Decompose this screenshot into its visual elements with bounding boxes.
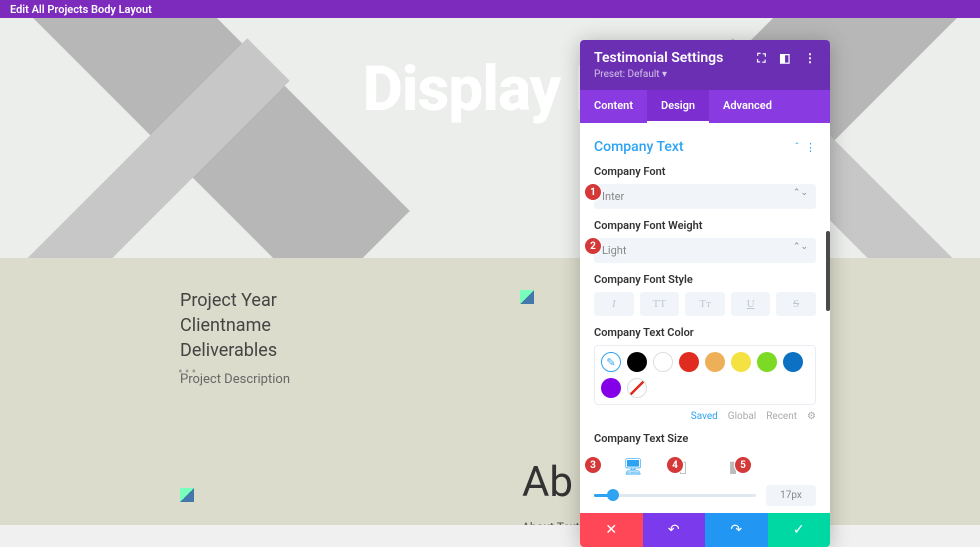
color-swatch[interactable]	[679, 352, 699, 372]
panel-header: Testimonial Settings ⛶ ◧ ⋮ Preset: Defau…	[580, 40, 830, 90]
color-swatch[interactable]	[705, 352, 725, 372]
hero-section: Display H	[0, 18, 980, 258]
tab-content[interactable]: Content	[580, 90, 647, 123]
annotation-badge: 3	[584, 456, 602, 474]
weight-label: Company Font Weight	[594, 219, 816, 232]
color-label: Company Text Color	[594, 326, 816, 339]
annotation-badge: 2	[584, 237, 602, 255]
uppercase-button[interactable]: TT	[640, 292, 680, 316]
font-select[interactable]	[594, 184, 816, 209]
tab-design[interactable]: Design	[647, 90, 709, 123]
underline-button[interactable]: U	[731, 292, 771, 316]
close-button[interactable]: ✕	[580, 513, 643, 547]
color-swatch[interactable]	[601, 378, 621, 398]
panel-footer: ✕ ↶ ↷ ✓	[580, 513, 830, 547]
color-swatch[interactable]	[757, 352, 777, 372]
panel-tabs: Content Design Advanced	[580, 90, 830, 123]
color-swatch[interactable]	[731, 352, 751, 372]
section-title[interactable]: Company Text	[594, 139, 684, 155]
broken-image-icon	[520, 290, 534, 304]
save-button[interactable]: ✓	[768, 513, 831, 547]
weight-select[interactable]	[594, 238, 816, 263]
top-bar: Edit All Projects Body Layout	[0, 0, 980, 18]
about-text: About Text	[522, 520, 580, 525]
panel-content: Company Text ˆ ⋮ 1 Company Font 2 Compan…	[580, 123, 830, 513]
scrollbar[interactable]	[826, 231, 830, 311]
section-controls[interactable]: ˆ ⋮	[794, 141, 816, 154]
module-handle-icon[interactable]: •••	[178, 364, 198, 380]
undo-button[interactable]: ↶	[643, 513, 706, 547]
strike-button[interactable]: S	[776, 292, 816, 316]
color-swatches: ✎	[594, 345, 816, 405]
desktop-icon[interactable]: 🖥	[624, 457, 642, 475]
annotation-badge: 1	[584, 183, 602, 201]
size-label: Company Text Size	[594, 432, 816, 445]
color-swatch[interactable]	[653, 352, 673, 372]
eyedropper-icon[interactable]: ✎	[601, 352, 621, 372]
settings-panel: Testimonial Settings ⛶ ◧ ⋮ Preset: Defau…	[580, 40, 830, 547]
snap-icon[interactable]: ◧	[779, 51, 790, 65]
color-swatch[interactable]	[783, 352, 803, 372]
more-icon[interactable]: ⋮	[804, 51, 816, 65]
panel-title: Testimonial Settings	[594, 50, 723, 66]
redo-button[interactable]: ↷	[705, 513, 768, 547]
global-tab[interactable]: Global	[728, 411, 756, 422]
italic-button[interactable]: I	[594, 292, 634, 316]
color-none[interactable]	[627, 378, 647, 398]
about-heading: Ab	[522, 458, 573, 507]
saved-tab[interactable]: Saved	[691, 411, 718, 422]
recent-tab[interactable]: Recent	[766, 411, 797, 422]
style-label: Company Font Style	[594, 273, 816, 286]
annotation-badge: 4	[666, 456, 684, 474]
broken-image-icon	[180, 488, 194, 502]
preset-selector[interactable]: Preset: Default ▾	[594, 69, 816, 80]
expand-icon[interactable]: ⛶	[757, 51, 765, 65]
tab-advanced[interactable]: Advanced	[709, 90, 786, 123]
gear-icon[interactable]: ⚙	[807, 411, 816, 422]
page-canvas: Display H Project Year Clientname Delive…	[0, 18, 980, 525]
body-section: Project Year Clientname Deliverables Pro…	[0, 258, 980, 525]
size-value[interactable]	[766, 485, 816, 506]
font-label: Company Font	[594, 165, 816, 178]
smallcaps-button[interactable]: Tᴛ	[685, 292, 725, 316]
size-slider[interactable]	[594, 494, 756, 497]
annotation-badge: 5	[734, 456, 752, 474]
color-swatch[interactable]	[627, 352, 647, 372]
